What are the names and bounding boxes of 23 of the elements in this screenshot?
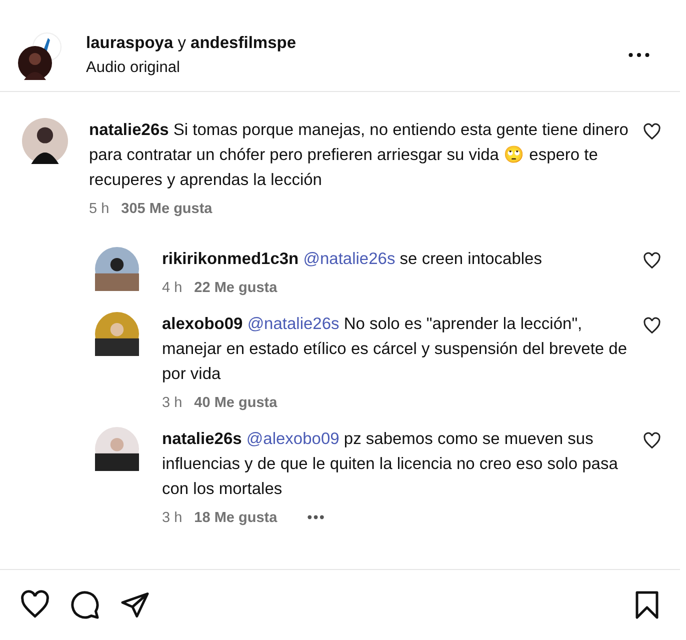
more-icon[interactable] [628,52,650,58]
likes-count[interactable]: 305 Me gusta [121,201,212,217]
reply-text: natalie26s @alexobo09 pz sabemos como se mueven sus influencias y de que le quiten la licencia no creo eso solo pasa con los mortales [162,429,619,500]
reply-text: alexobo09 @natalie26s No solo es "aprender la lección", manejar en estado etílico es cárcel y suspensión del brevete de por vida [162,314,628,385]
reply-text: rikirikonmed1c3n @natalie26s se creen intocables [162,249,543,270]
comment-time: 3 h [162,510,182,526]
likes-count[interactable]: 40 Me gusta [194,395,278,411]
likes-count[interactable]: 18 Me gusta [194,510,278,526]
likes-count[interactable]: 22 Me gusta [194,280,278,296]
like-icon[interactable] [642,431,662,451]
audio-label[interactable]: Audio original [86,59,628,77]
like-icon[interactable] [20,590,50,620]
like-icon[interactable] [642,316,662,336]
comment-time: 4 h [162,280,182,296]
comment-text: natalie26s Si tomas porque manejas, no entiendo esta gente tiene dinero para contratar un chófer pero prefieren arriesgar su vida 🙄 espero te recuperes y aprendas la lección [89,120,630,191]
like-icon[interactable] [642,122,662,142]
comment-time: 3 h [162,395,182,411]
share-icon[interactable] [120,590,150,620]
post-author[interactable]: lauraspoya y andesfilmspe [86,34,628,53]
like-icon[interactable] [642,251,662,271]
comment-time: 5 h [89,201,110,217]
more-options[interactable]: ••• [307,510,326,526]
comment-icon[interactable] [70,590,100,620]
